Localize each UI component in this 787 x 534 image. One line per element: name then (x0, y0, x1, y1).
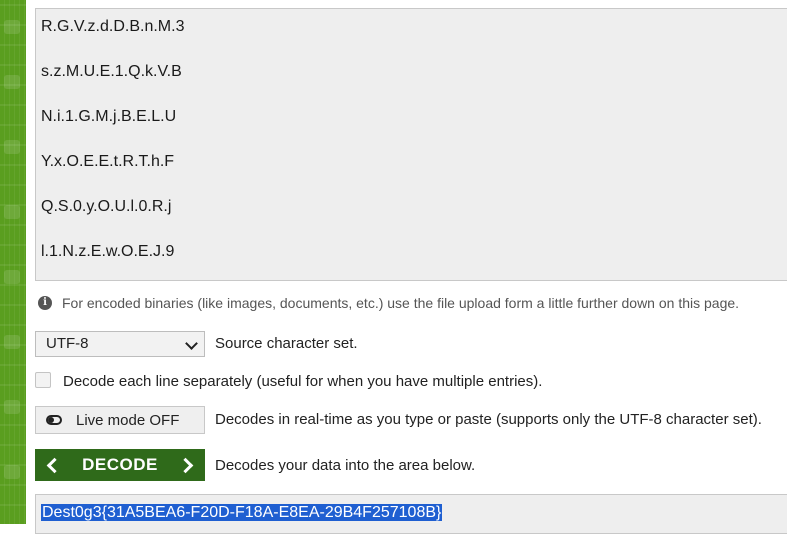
pattern-mark (4, 270, 20, 284)
input-line: Y.x.O.E.E.t.R.T.h.F (41, 153, 175, 170)
info-text: For encoded binaries (like images, docum… (62, 295, 740, 311)
charset-label: Source character set. (215, 335, 358, 352)
info-icon: i (38, 296, 52, 310)
chevron-right-icon (177, 457, 194, 473)
live-mode-description: Decodes in real-time as you type or past… (215, 411, 762, 428)
charset-selected-value: UTF-8 (46, 335, 89, 352)
charset-select[interactable]: UTF-8 (35, 331, 205, 357)
each-line-label: Decode each line separately (useful for … (63, 373, 543, 390)
input-line: l.1.N.z.E.w.O.E.J.9 (41, 243, 175, 260)
pattern-mark (4, 205, 20, 219)
chevron-left-icon (46, 457, 63, 473)
input-textarea[interactable]: R.G.V.z.d.D.B.n.M.3 s.z.M.U.E.1.Q.k.V.B … (35, 8, 787, 281)
left-decorative-bar (0, 0, 26, 524)
chevron-down-icon (185, 337, 198, 350)
pattern-mark (4, 140, 20, 154)
input-line: Q.S.0.y.O.U.l.0.R.j (41, 198, 172, 215)
toggle-icon (46, 415, 62, 425)
pattern-mark (4, 335, 20, 349)
decode-description: Decodes your data into the area below. (215, 457, 476, 474)
output-selected-text: Dest0g3{31A5BEA6-F20D-F18A-E8EA-29B4F257… (41, 504, 443, 521)
input-line: N.i.1.G.M.j.B.E.L.U (41, 108, 177, 125)
input-line: R.G.V.z.d.D.B.n.M.3 (41, 18, 185, 35)
input-line: s.z.M.U.E.1.Q.k.V.B (41, 63, 182, 80)
info-note: i For encoded binaries (like images, doc… (38, 295, 739, 311)
decode-button-label: DECODE (82, 455, 158, 474)
decode-button[interactable]: DECODE (35, 449, 205, 481)
pattern-mark (4, 465, 20, 479)
pattern-mark (4, 20, 20, 34)
live-mode-label: Live mode OFF (76, 411, 180, 429)
each-line-checkbox[interactable] (35, 372, 51, 388)
pattern-mark (4, 400, 20, 414)
pattern-mark (4, 75, 20, 89)
output-textarea[interactable]: Dest0g3{31A5BEA6-F20D-F18A-E8EA-29B4F257… (35, 494, 787, 534)
live-mode-button[interactable]: Live mode OFF (35, 406, 205, 434)
